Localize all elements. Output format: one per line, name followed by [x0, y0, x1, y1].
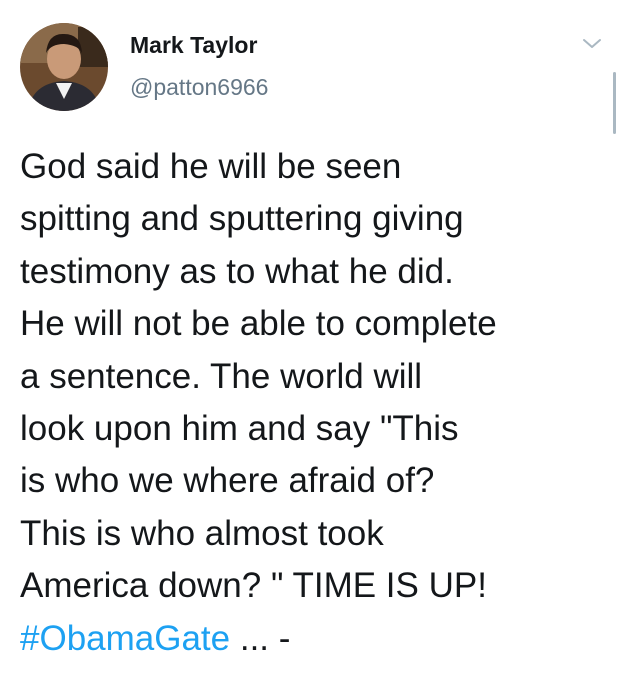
tweet-line: is who we where afraid of? [20, 461, 435, 501]
chevron-down-icon[interactable] [580, 36, 604, 52]
author-handle[interactable]: @patton6966 [130, 74, 268, 101]
tweet-last-line: #ObamaGate ... - [20, 613, 610, 665]
tweet-text: God said he will be seen spitting and sp… [20, 141, 610, 665]
tweet-card: Mark Taylor @patton6966 God said he will… [0, 0, 619, 680]
tweet-line: testimony as to what he did. [20, 251, 454, 291]
scrollbar[interactable] [613, 72, 616, 134]
author-display-name[interactable]: Mark Taylor [130, 32, 257, 59]
tweet-line: look upon him and say "This [20, 409, 459, 449]
tweet-line: He will not be able to complete [20, 304, 497, 344]
hashtag-link[interactable]: #ObamaGate [20, 619, 230, 658]
tweet-line: America down? " TIME IS UP! [20, 566, 487, 606]
tweet-line: spitting and sputtering giving [20, 199, 464, 239]
tweet-trailing-text: ... - [230, 618, 291, 658]
tweet-line: This is who almost took [20, 513, 384, 553]
tweet-line: a sentence. The world will [20, 356, 423, 396]
avatar[interactable] [20, 23, 108, 111]
tweet-line: God said he will be seen [20, 147, 402, 186]
